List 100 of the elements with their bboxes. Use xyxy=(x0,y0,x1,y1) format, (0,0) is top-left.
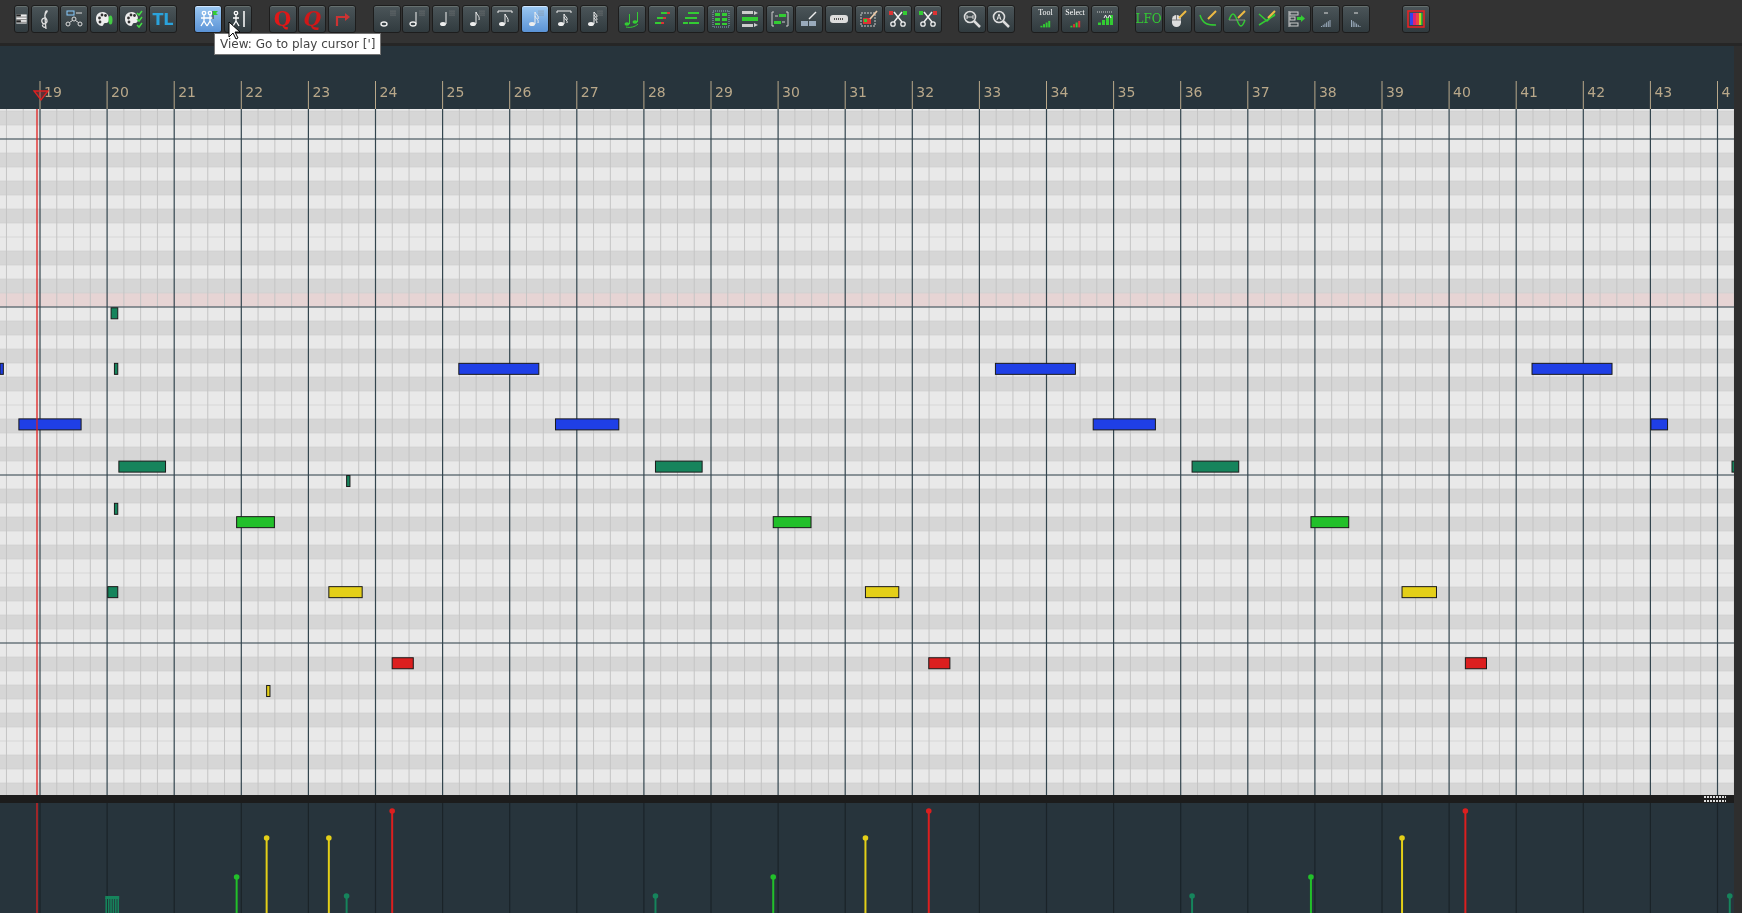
measure-number: 24 xyxy=(379,84,398,100)
half-note-button[interactable] xyxy=(402,5,431,33)
note-bars-button[interactable] xyxy=(647,5,676,33)
curve-pen-icon xyxy=(1197,9,1218,29)
eighth-note-button[interactable] xyxy=(461,5,490,33)
ramp-down-button[interactable] xyxy=(1341,5,1370,33)
midi-note[interactable] xyxy=(113,502,119,515)
measure-number: 41 xyxy=(1520,84,1539,100)
scrollbar-track[interactable] xyxy=(1734,46,1742,913)
midi-note[interactable] xyxy=(107,586,119,599)
midi-note[interactable] xyxy=(391,657,414,670)
colors-button[interactable] xyxy=(1401,5,1430,33)
measure-number: 32 xyxy=(916,84,935,100)
midi-note[interactable] xyxy=(928,657,951,670)
zoom-in-button[interactable] xyxy=(957,5,986,33)
draw-button[interactable] xyxy=(795,5,824,33)
velocity-bar[interactable] xyxy=(1399,835,1405,913)
select-meter-button[interactable]: Select xyxy=(1061,5,1090,33)
midi-note[interactable] xyxy=(113,362,119,375)
scissors-icon xyxy=(888,9,909,29)
pen-bars-icon xyxy=(799,9,820,29)
midi-note[interactable] xyxy=(0,362,4,375)
midi-note[interactable] xyxy=(1401,586,1437,599)
razor-button[interactable] xyxy=(825,5,854,33)
midi-note[interactable] xyxy=(458,362,540,375)
triplet-note-button[interactable] xyxy=(491,5,520,33)
velocity-bar[interactable] xyxy=(862,835,869,913)
lfo-button[interactable]: LFO xyxy=(1134,5,1163,33)
note-pair-button[interactable] xyxy=(617,5,646,33)
tooltip: View: Go to play cursor ['] xyxy=(214,33,382,55)
measure-number: 34 xyxy=(1050,84,1069,100)
quarter-note-button[interactable] xyxy=(431,5,460,33)
redo-button[interactable] xyxy=(327,5,356,33)
lanes-button[interactable] xyxy=(736,5,765,33)
treble-clef-button[interactable] xyxy=(30,5,59,33)
midi-note[interactable] xyxy=(1464,657,1487,670)
cut-button[interactable] xyxy=(884,5,913,33)
measure-number: 42 xyxy=(1587,84,1606,100)
brackets-icon xyxy=(769,9,790,29)
select-draw-button[interactable] xyxy=(854,5,883,33)
velocity-bar[interactable] xyxy=(233,874,240,913)
line-draw-button[interactable] xyxy=(1253,5,1281,33)
meter-button[interactable] xyxy=(1090,5,1119,33)
measure-number: 19 xyxy=(44,84,62,100)
palette-button[interactable] xyxy=(89,5,118,33)
triplet-sixteenth-icon xyxy=(554,9,575,29)
midi-note[interactable] xyxy=(1650,418,1669,431)
resize-grip-icon[interactable] xyxy=(1704,796,1726,802)
step-button[interactable] xyxy=(1282,5,1311,33)
tool-meter-button[interactable]: Tool xyxy=(1031,5,1060,33)
curve-draw-button[interactable] xyxy=(1193,5,1222,33)
midi-note[interactable] xyxy=(864,586,900,599)
measure-number: 36 xyxy=(1184,84,1203,100)
node-editor-button[interactable] xyxy=(60,5,89,33)
piano-keys-button[interactable] xyxy=(14,5,29,33)
whole-note-button[interactable] xyxy=(372,5,401,33)
triplet-sixteenth-button[interactable] xyxy=(550,5,579,33)
scissors-icon xyxy=(917,9,938,29)
line-pen-icon xyxy=(1257,9,1277,29)
velocity-bar[interactable] xyxy=(263,835,270,913)
midi-note[interactable] xyxy=(328,586,363,599)
zoom-icon xyxy=(961,9,982,29)
midi-note[interactable] xyxy=(266,685,271,697)
palette-list-button[interactable] xyxy=(119,5,148,33)
midi-note[interactable] xyxy=(1531,362,1613,375)
sixteenth-note-button[interactable] xyxy=(520,5,549,33)
thirty-second-note-button[interactable] xyxy=(579,5,608,33)
measure-number: 27 xyxy=(580,84,599,100)
velocity-bar[interactable] xyxy=(770,874,777,913)
velocity-bars[interactable] xyxy=(105,896,120,913)
midi-note[interactable] xyxy=(236,516,275,529)
fit-button[interactable] xyxy=(765,5,794,33)
node-graph-icon xyxy=(64,9,85,29)
color-spectrum-icon xyxy=(1405,9,1426,29)
zoom-out-button[interactable] xyxy=(987,5,1016,33)
step-arrow-icon xyxy=(1286,9,1307,29)
midi-note[interactable] xyxy=(110,307,119,320)
measure-number: 37 xyxy=(1251,84,1270,100)
measure-number: 31 xyxy=(849,84,868,100)
velocity-bar[interactable] xyxy=(326,835,332,913)
split-button[interactable] xyxy=(913,5,942,33)
sine-draw-button[interactable] xyxy=(1223,5,1252,33)
measure-number: 39 xyxy=(1386,84,1404,100)
follow-playback-button[interactable] xyxy=(193,5,222,33)
measure-number: 29 xyxy=(715,84,733,100)
midi-note[interactable] xyxy=(1310,516,1350,529)
sine-pen-icon xyxy=(1227,9,1248,29)
midi-note[interactable] xyxy=(772,516,812,529)
measure-number: 35 xyxy=(1117,84,1136,100)
midi-note[interactable] xyxy=(346,475,351,488)
midi-note[interactable] xyxy=(994,362,1076,375)
grid-button[interactable] xyxy=(706,5,735,33)
note-lengths-button[interactable] xyxy=(677,5,706,33)
velocity-bar[interactable] xyxy=(1308,874,1314,913)
measure-number: 21 xyxy=(178,84,197,100)
measure-number: 26 xyxy=(513,84,532,100)
mouse-draw-button[interactable] xyxy=(1164,5,1193,33)
timeline-button[interactable]: TL xyxy=(148,5,177,33)
ramp-up-button[interactable] xyxy=(1312,5,1341,33)
midi-note[interactable] xyxy=(1191,460,1240,473)
